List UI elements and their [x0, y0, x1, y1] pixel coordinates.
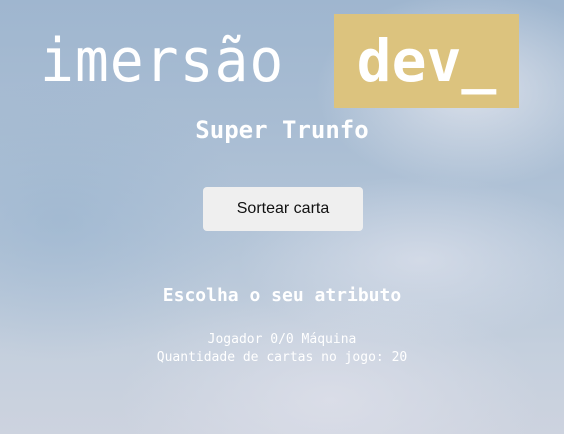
logo-text: imersão [40, 26, 285, 96]
page-background: { "logo": { "text": "imersão", "badge": … [0, 0, 564, 434]
logo-badge: dev_ [334, 14, 519, 108]
page-title: Super Trunfo [195, 116, 369, 144]
attribute-heading: Escolha o seu atributo [162, 285, 402, 306]
cards-remaining-text: Quantidade de cartas no jogo: 20 [156, 350, 408, 365]
logo-badge-text: dev_ [356, 27, 497, 95]
logo: imersão dev_ [40, 14, 519, 108]
scoreboard-text: Jogador 0/0 Máquina [207, 332, 357, 347]
draw-card-button[interactable]: Sortear carta [203, 187, 363, 231]
